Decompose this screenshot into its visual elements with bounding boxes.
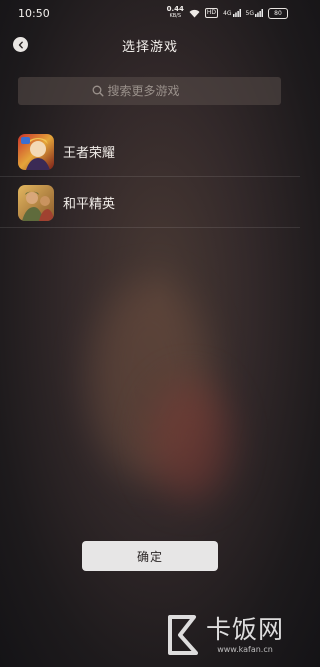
chevron-left-icon [18,41,23,48]
game-item-honor-of-kings[interactable]: 王者荣耀 [0,127,300,177]
game-name: 和平精英 [63,197,116,212]
status-icons: 0.44 KB/S HD 4G 5G 80 [167,6,288,20]
watermark: 卡饭网 www.kafan.cn [166,610,296,660]
search-icon [92,85,103,97]
signal-5g-icon: 5G [246,9,263,17]
wifi-icon [189,9,200,17]
back-button[interactable] [13,37,28,52]
signal-4g-icon: 4G [223,9,241,17]
game-item-game-for-peace[interactable]: 和平精英 [0,178,300,228]
confirm-button[interactable]: 确定 [82,541,218,571]
watermark-brand: 卡饭网 [206,614,285,644]
game-for-peace-icon [18,184,54,221]
hd-icon: HD [204,8,219,18]
honor-of-kings-icon [18,133,54,170]
network-speed: 0.44 KB/S [166,5,184,20]
game-list: 王者荣耀 和平精英 [0,127,300,229]
page-title: 选择游戏 [121,39,178,55]
watermark-url: www.kafan.cn [217,644,273,654]
battery-icon: 80 [268,7,288,19]
game-name: 王者荣耀 [63,146,116,161]
title-bar: 选择游戏 [0,30,300,60]
search-input[interactable] [107,84,208,98]
search-bar[interactable] [18,77,281,105]
kafan-logo-icon [168,615,198,655]
status-time: 10:50 [18,6,50,20]
status-bar: 10:50 0.44 KB/S HD 4G 5G 80 [0,0,300,26]
background-blur [150,380,230,500]
